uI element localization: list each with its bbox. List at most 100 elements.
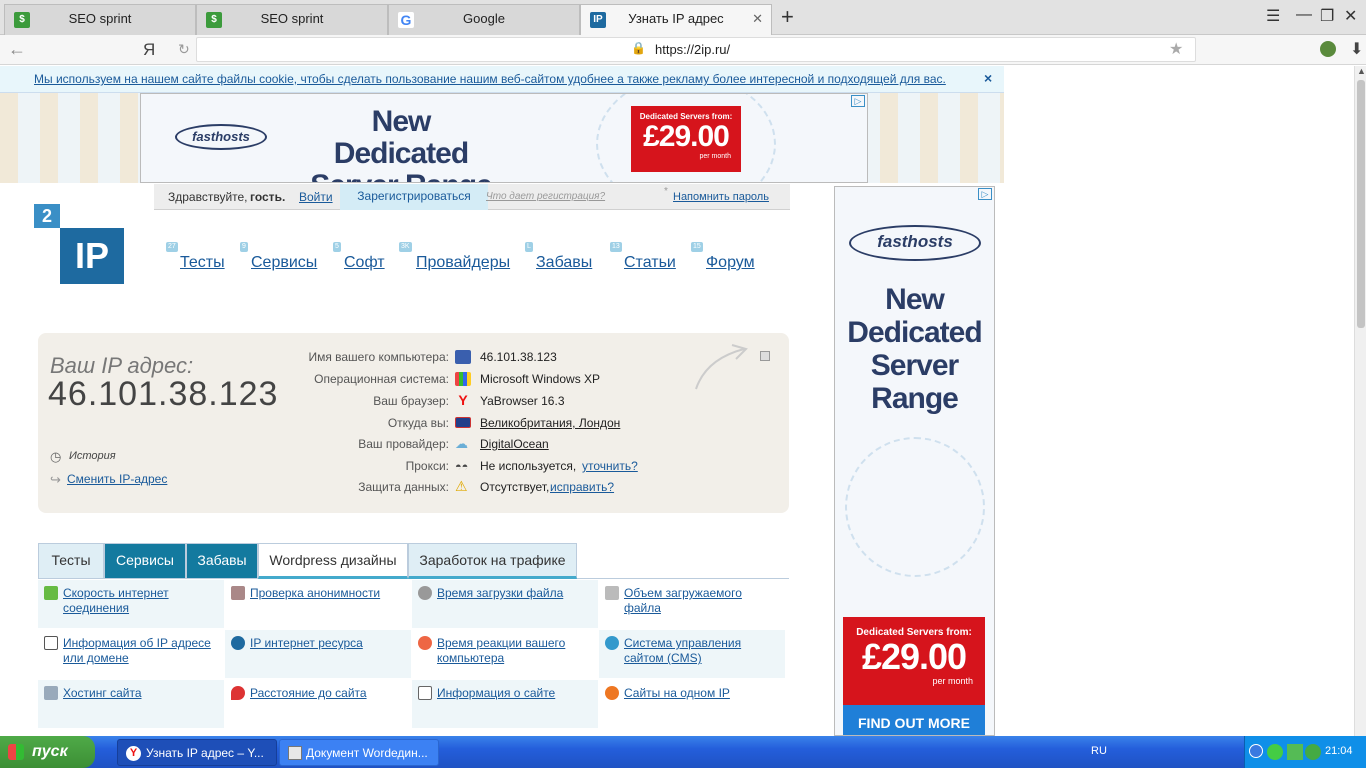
nav-tests[interactable]: Тесты xyxy=(180,254,225,272)
tray-app-icon[interactable] xyxy=(1287,744,1303,760)
service-link[interactable]: Проверка анонимности xyxy=(250,586,407,601)
taskbar-item-browser[interactable]: Y Узнать IP адрес – Y... xyxy=(117,739,277,766)
nav-providers[interactable]: Провайдеры xyxy=(416,254,510,272)
ad-headline-line: Server xyxy=(870,349,959,382)
menu-icon[interactable]: ☰ xyxy=(1266,6,1280,26)
what-registration-link[interactable]: Что дает регистрация? xyxy=(486,191,605,202)
browser-tab-3[interactable]: G Google xyxy=(388,4,580,35)
tray-arrow-icon[interactable] xyxy=(1249,744,1263,758)
ad-price-per: per month xyxy=(932,676,973,686)
bookmark-star-icon[interactable]: ★ xyxy=(1169,39,1183,59)
nav-forum[interactable]: Форум xyxy=(706,254,755,272)
history-link[interactable]: История xyxy=(69,450,116,462)
tray-torrent-icon[interactable] xyxy=(1305,744,1321,760)
remind-password-link[interactable]: Напомнить пароль xyxy=(673,191,769,203)
glasses-icon: ◓◓ xyxy=(455,461,469,473)
scrollbar[interactable]: ▲ xyxy=(1354,66,1366,736)
close-window-icon[interactable]: ✕ xyxy=(1344,6,1357,26)
ad-price-per: per month xyxy=(699,153,731,160)
minimize-icon[interactable]: — xyxy=(1296,6,1312,24)
nav-articles[interactable]: Статьи xyxy=(624,254,676,272)
download-icon[interactable]: ⬇ xyxy=(1350,39,1363,59)
yandex-browser-icon: Y xyxy=(126,746,141,761)
service-item[interactable]: Информация об IP адресе или домене xyxy=(38,630,224,678)
service-item[interactable]: Скорость интернет соединения xyxy=(38,580,224,628)
tab-earning[interactable]: Заработок на трафике xyxy=(408,543,577,579)
login-link[interactable]: Войти xyxy=(299,190,333,204)
yandex-icon[interactable]: Я xyxy=(143,40,155,60)
service-item[interactable]: Время реакции вашего компьютера xyxy=(412,630,598,678)
url-field[interactable]: 🔒 https://2ip.ru/ ★ xyxy=(196,37,1196,62)
service-item[interactable]: Информация о сайте xyxy=(412,680,598,728)
service-link[interactable]: Расстояние до сайта xyxy=(250,686,407,701)
nav-services[interactable]: Сервисы xyxy=(251,254,317,272)
service-link[interactable]: Хостинг сайта xyxy=(63,686,220,701)
service-link[interactable]: IP интернет ресурса xyxy=(250,636,407,651)
service-item[interactable]: Расстояние до сайта xyxy=(225,680,411,728)
login-bar: Здравствуйте, гость. Войти Зарегистриров… xyxy=(154,184,790,210)
service-item[interactable]: Система управления сайтом (CMS) xyxy=(599,630,785,678)
adchoices-icon[interactable]: ▷ xyxy=(851,95,865,107)
provider-link[interactable]: DigitalOcean xyxy=(480,437,549,451)
panel-checkbox[interactable] xyxy=(760,351,770,361)
service-link[interactable]: Скорость интернет соединения xyxy=(63,586,220,616)
nav-fun[interactable]: Забавы xyxy=(536,254,592,272)
ip-address[interactable]: 46.101.38.123 xyxy=(48,375,278,414)
close-tab-icon[interactable]: ✕ xyxy=(752,5,763,33)
register-button[interactable]: Зарегистрироваться xyxy=(340,184,488,210)
row-value: 46.101.38.123 xyxy=(480,350,557,364)
service-item[interactable]: Проверка анонимности xyxy=(225,580,411,628)
cookie-text[interactable]: Мы используем на нашем сайте файлы cooki… xyxy=(34,72,946,86)
browser-tab-4[interactable]: IP Узнать IP адрес ✕ xyxy=(580,4,772,36)
service-link[interactable]: Время реакции вашего компьютера xyxy=(437,636,594,666)
change-ip-link[interactable]: Сменить IP-адрес xyxy=(67,472,167,486)
row-label: Откуда вы: xyxy=(387,416,449,430)
tab-fun[interactable]: Забавы xyxy=(186,543,258,579)
same-ip-icon xyxy=(605,686,619,700)
location-link[interactable]: Великобритания, Лондон xyxy=(480,416,620,430)
taskbar-item-word[interactable]: Документ Wordедин... xyxy=(279,739,439,766)
browser-tab-2[interactable]: $ SEO sprint xyxy=(196,4,388,35)
proxy-check-link[interactable]: уточнить? xyxy=(582,459,638,473)
site-logo[interactable]: IP xyxy=(60,228,124,284)
cookie-close-icon[interactable]: × xyxy=(984,70,992,86)
nav-soft[interactable]: Софт xyxy=(344,254,385,272)
scroll-up-icon[interactable]: ▲ xyxy=(1357,66,1366,76)
service-link[interactable]: Система управления сайтом (CMS) xyxy=(624,636,781,666)
tab-services[interactable]: Сервисы xyxy=(104,543,186,579)
nav-badge: 27 xyxy=(166,242,178,252)
guest-text: гость. xyxy=(250,190,286,204)
find-out-more-button[interactable]: FIND OUT MORE xyxy=(843,705,985,735)
language-indicator[interactable]: RU xyxy=(1091,745,1107,757)
reload-icon[interactable]: ↻ xyxy=(178,41,190,58)
site-info-icon xyxy=(418,686,432,700)
service-item[interactable]: Объем загружаемого файла xyxy=(599,580,785,628)
start-button[interactable]: пуск xyxy=(0,736,95,768)
browser-tab-1[interactable]: $ SEO sprint xyxy=(4,4,196,35)
service-link[interactable]: Время загрузки файла xyxy=(437,586,594,601)
top-advertisement[interactable]: fasthosts New Dedicated Server Range Ded… xyxy=(140,93,868,183)
scroll-thumb[interactable] xyxy=(1357,80,1365,328)
service-item[interactable]: Время загрузки файла xyxy=(412,580,598,628)
tray-network-icon[interactable] xyxy=(1267,744,1283,760)
service-item[interactable]: Сайты на одном IP xyxy=(599,680,785,728)
side-advertisement[interactable]: fasthosts New Dedicated Server Range Ded… xyxy=(834,186,995,736)
extension-icon[interactable] xyxy=(1320,41,1336,57)
fix-protection-link[interactable]: исправить? xyxy=(550,480,614,494)
restore-icon[interactable]: ❐ xyxy=(1320,6,1334,26)
service-item[interactable]: Хостинг сайта xyxy=(38,680,224,728)
tab-tests[interactable]: Тесты xyxy=(38,543,104,579)
new-tab-button[interactable]: + xyxy=(781,4,794,30)
fasthosts-logo: fasthosts xyxy=(175,124,267,150)
service-item[interactable]: IP интернет ресурса xyxy=(225,630,411,678)
ad-price: £29.00 xyxy=(643,120,730,153)
arrow-decoration xyxy=(695,344,748,390)
adchoices-icon[interactable]: ▷ xyxy=(978,188,992,200)
back-icon[interactable]: ← xyxy=(8,39,26,60)
service-link[interactable]: Информация об IP адресе или домене xyxy=(63,636,220,666)
tab-wordpress[interactable]: Wordpress дизайны xyxy=(258,543,408,579)
cookie-notice: Мы используем на нашем сайте файлы cooki… xyxy=(0,66,1004,93)
service-link[interactable]: Объем загружаемого файла xyxy=(624,586,781,616)
service-link[interactable]: Сайты на одном IP xyxy=(624,686,781,701)
service-link[interactable]: Информация о сайте xyxy=(437,686,594,701)
